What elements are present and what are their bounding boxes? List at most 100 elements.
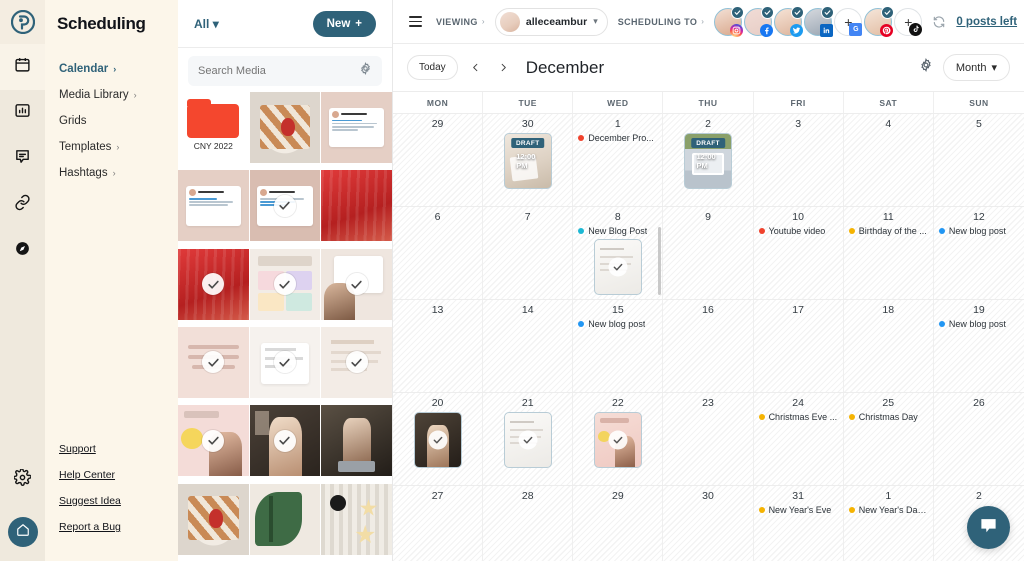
account-twitter[interactable]	[774, 5, 805, 37]
account-facebook[interactable]	[744, 5, 775, 37]
calendar-day-cell[interactable]: 9	[663, 207, 754, 299]
hamburger-icon[interactable]	[405, 14, 426, 29]
calendar-day-cell[interactable]: 26	[933, 393, 1024, 485]
media-folder-tile[interactable]: CNY 2022	[178, 92, 249, 163]
account-instagram[interactable]	[714, 5, 745, 37]
calendar-day-cell[interactable]: 5	[933, 114, 1024, 206]
home-button[interactable]	[7, 517, 38, 547]
calendar-event[interactable]: Youtube video	[758, 226, 838, 236]
rail-item-analytics[interactable]	[0, 90, 45, 136]
calendar-day-cell[interactable]: 23	[663, 393, 754, 485]
media-tile[interactable]	[249, 92, 321, 163]
calendar-day-cell[interactable]: 28	[483, 486, 574, 561]
scheduled-post-thumbnail[interactable]	[593, 412, 642, 468]
posts-left-label[interactable]: 0 posts left	[956, 16, 1017, 28]
scheduled-post-thumbnail[interactable]	[503, 412, 552, 468]
link-support[interactable]: Support	[59, 443, 178, 455]
calendar-day-cell[interactable]: 1 December Pro...	[573, 114, 664, 206]
calendar-day-cell[interactable]: 10 Youtube video	[753, 207, 844, 299]
media-tile[interactable]	[249, 405, 321, 477]
calendar-event[interactable]: New Blog Post	[578, 226, 657, 236]
gear-icon[interactable]	[919, 58, 933, 77]
calendar-day-cell[interactable]: 31 New Year's Eve	[753, 486, 844, 561]
link-report-bug[interactable]: Report a Bug	[59, 521, 178, 533]
media-tile[interactable]	[178, 483, 249, 555]
add-google-business-button[interactable]: + G	[834, 7, 863, 36]
media-tile[interactable]	[249, 326, 321, 398]
gear-icon[interactable]	[359, 62, 372, 80]
scheduled-post-thumbnail[interactable]	[413, 412, 462, 468]
media-tile[interactable]	[321, 326, 392, 398]
media-tile[interactable]	[249, 170, 321, 242]
calendar-day-cell[interactable]: 8 New Blog Post	[573, 207, 664, 299]
refresh-icon[interactable]	[932, 15, 946, 29]
profile-selector[interactable]: alleceambur ▾	[494, 7, 608, 36]
account-linkedin[interactable]	[804, 5, 835, 37]
media-tile[interactable]	[321, 170, 392, 242]
calendar-day-cell[interactable]: 14	[483, 300, 574, 392]
calendar-event[interactable]: December Pro...	[578, 133, 657, 143]
calendar-day-cell[interactable]: 19 New blog post	[933, 300, 1024, 392]
media-tile[interactable]	[249, 483, 321, 555]
chat-support-button[interactable]	[967, 506, 1010, 549]
calendar-day-cell[interactable]: 30	[663, 486, 754, 561]
link-suggest-idea[interactable]: Suggest Idea	[59, 495, 178, 507]
next-month-button[interactable]	[494, 58, 514, 78]
calendar-event[interactable]: New blog post	[578, 319, 657, 329]
today-button[interactable]: Today	[407, 55, 458, 80]
calendar-event[interactable]: New blog post	[938, 319, 1019, 329]
media-tile[interactable]	[178, 248, 249, 320]
day-scrollbar[interactable]	[658, 227, 662, 295]
calendar-day-cell[interactable]: 20	[393, 393, 484, 485]
rail-item-comments[interactable]	[0, 136, 45, 182]
scheduled-post-thumbnail[interactable]	[593, 239, 642, 295]
media-filter-dropdown[interactable]: All ▾	[194, 17, 219, 31]
new-media-button[interactable]: New +	[312, 10, 376, 37]
media-tile[interactable]	[178, 326, 249, 398]
search-media-input[interactable]	[198, 65, 348, 77]
link-help-center[interactable]: Help Center	[59, 469, 178, 481]
calendar-event[interactable]: New Year's Day ...	[848, 505, 928, 515]
calendar-day-cell[interactable]: 17	[753, 300, 844, 392]
calendar-day-cell[interactable]: 24 Christmas Eve ...	[753, 393, 844, 485]
calendar-day-cell[interactable]: 21	[483, 393, 574, 485]
media-tile[interactable]	[178, 405, 249, 477]
calendar-event[interactable]: Christmas Eve ...	[758, 412, 838, 422]
calendar-day-cell[interactable]: 16	[663, 300, 754, 392]
calendar-event[interactable]: New blog post	[938, 226, 1019, 236]
media-search-box[interactable]	[188, 56, 382, 86]
rail-item-calendar[interactable]	[0, 44, 45, 90]
account-pinterest[interactable]	[864, 5, 895, 37]
media-tile[interactable]	[178, 170, 249, 242]
calendar-day-cell[interactable]: 30 DRAFT 12:00 PM	[483, 114, 574, 206]
calendar-day-cell[interactable]: 29	[573, 486, 664, 561]
calendar-day-cell[interactable]: 1 New Year's Day ...	[843, 486, 934, 561]
calendar-day-cell[interactable]: 4	[843, 114, 934, 206]
calendar-day-cell[interactable]: 2 DRAFT 12:00 PM	[663, 114, 754, 206]
rail-item-discover[interactable]	[0, 228, 45, 274]
nav-item-hashtags[interactable]: Hashtags ›	[45, 160, 178, 186]
calendar-day-cell[interactable]: 11 Birthday of the ...	[843, 207, 934, 299]
media-tile[interactable]	[321, 483, 392, 555]
calendar-day-cell[interactable]: 22	[573, 393, 664, 485]
nav-item-grids[interactable]: Grids	[45, 108, 178, 134]
calendar-day-cell[interactable]: 18	[843, 300, 934, 392]
scheduled-post-thumbnail[interactable]: DRAFT 12:00 PM	[683, 133, 732, 189]
prev-month-button[interactable]	[466, 58, 486, 78]
calendar-day-cell[interactable]: 25 Christmas Day	[843, 393, 934, 485]
scheduled-post-thumbnail[interactable]: DRAFT 12:00 PM	[503, 133, 552, 189]
media-tile[interactable]	[321, 92, 392, 163]
calendar-day-cell[interactable]: 13	[393, 300, 484, 392]
nav-item-media-library[interactable]: Media Library ›	[45, 82, 178, 108]
calendar-day-cell[interactable]: 29	[393, 114, 484, 206]
media-tile[interactable]	[249, 248, 321, 320]
calendar-day-cell[interactable]: 12 New blog post	[933, 207, 1024, 299]
add-tiktok-button[interactable]: +	[894, 7, 923, 36]
rail-item-links[interactable]	[0, 182, 45, 228]
media-tile[interactable]	[321, 248, 392, 320]
nav-item-templates[interactable]: Templates ›	[45, 134, 178, 160]
calendar-day-cell[interactable]: 6	[393, 207, 484, 299]
calendar-day-cell[interactable]: 7	[483, 207, 574, 299]
app-logo[interactable]	[0, 0, 45, 44]
calendar-event[interactable]: Birthday of the ...	[848, 226, 928, 236]
